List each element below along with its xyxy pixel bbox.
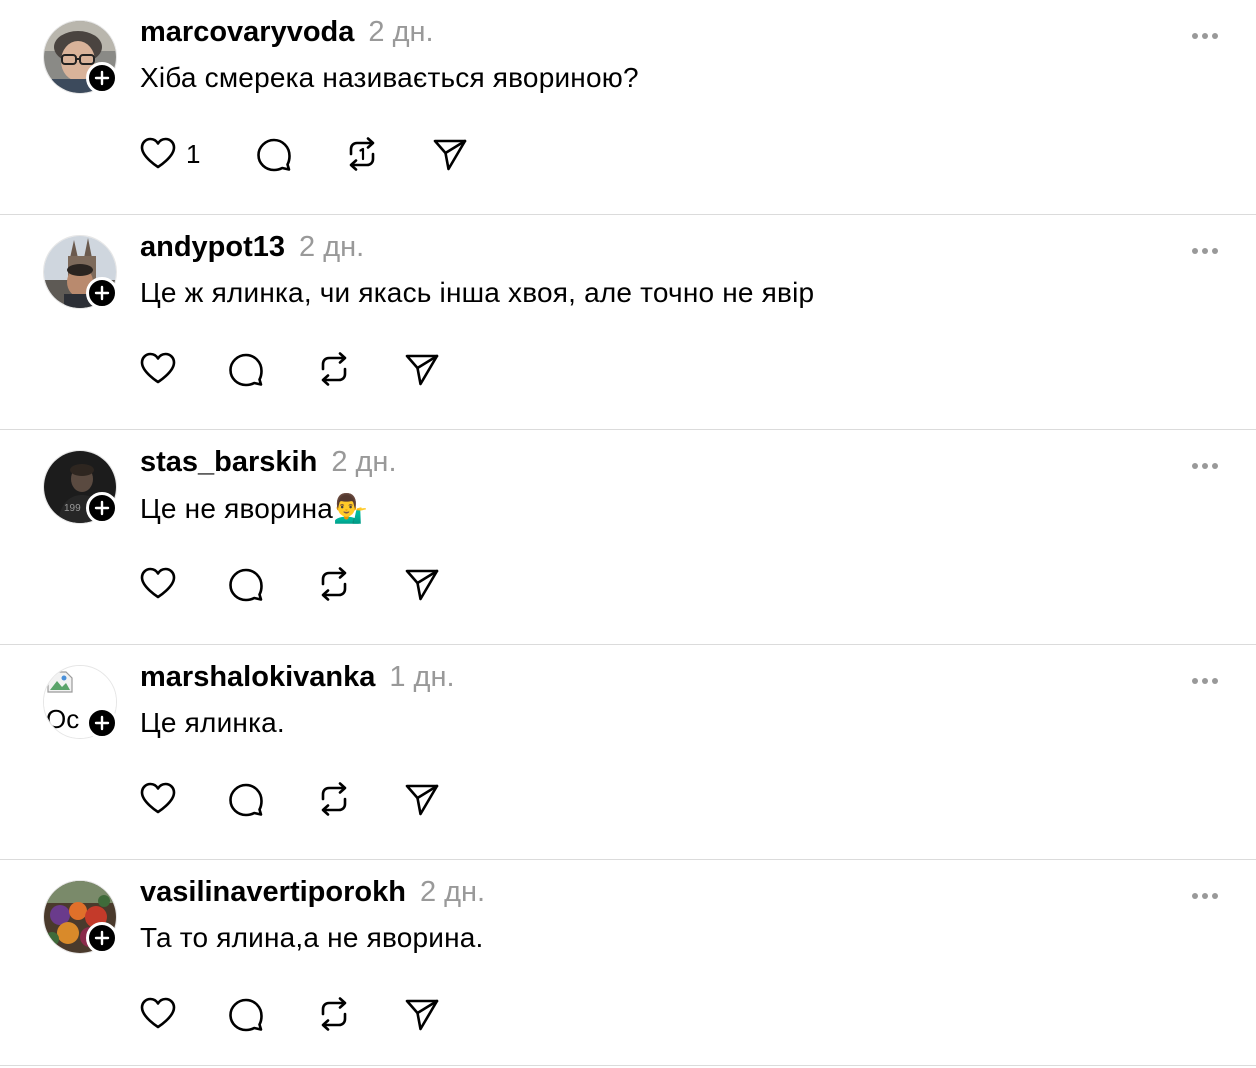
comment-bubble-icon [229,353,263,387]
comments-feed: marcovaryvoda 2 дн. Хіба смерека називає… [0,0,1256,1068]
follow-button[interactable] [86,277,118,309]
comment-text: Це ж ялинка, чи якась інша хвоя, але точ… [140,277,815,308]
repost-icon [321,352,347,386]
heart-icon [140,137,176,169]
comment-post: marcovaryvoda 2 дн. Хіба смерека називає… [0,0,1256,215]
comment-text: Це не яворина💁‍♂️ [140,493,369,524]
reply-button[interactable] [226,345,266,393]
repost-icon [350,137,375,171]
reply-button[interactable] [254,130,294,178]
post-header: marcovaryvoda 2 дн. [140,16,434,56]
repost-icon [321,997,347,1031]
more-options-button[interactable] [1184,882,1226,910]
plus-icon [94,500,110,516]
action-bar [138,560,442,608]
follow-button[interactable] [86,707,118,739]
plus-icon [94,930,110,946]
share-button[interactable] [402,775,442,823]
follow-button[interactable] [86,922,118,954]
like-count: 1 [186,138,201,169]
post-header: marshalokivanka 1 дн. [140,661,455,701]
post-header: andypot13 2 дн. [140,231,364,271]
comment-bubble-icon [257,138,292,172]
action-bar [138,345,442,393]
more-horizontal-icon [1192,33,1218,39]
username-link[interactable]: vasilinavertiporokh [140,876,406,909]
avatar-alt-text: Ос [46,704,79,734]
comment-post: 199 stas_barskih 2 дн. Це не яворина💁‍♂️ [0,430,1256,645]
username-link[interactable]: stas_barskih [140,446,317,479]
more-options-button[interactable] [1184,452,1226,480]
share-button[interactable] [430,130,470,178]
heart-icon [140,997,176,1029]
username-link[interactable]: andypot13 [140,231,285,264]
repost-button[interactable] [314,775,354,823]
follow-button[interactable] [86,62,118,94]
username-link[interactable]: marshalokivanka [140,661,375,694]
comment-text: Та то ялина,а не яворина. [140,922,484,953]
comment-bubble-icon [229,998,263,1032]
reply-button[interactable] [226,990,266,1038]
svg-text:199: 199 [64,503,81,514]
post-time: 2 дн. [299,231,365,263]
more-horizontal-icon [1192,248,1218,254]
more-horizontal-icon [1192,463,1218,469]
comment-text: Це ялинка. [140,707,285,738]
post-header: stas_barskih 2 дн. [140,446,397,486]
heart-icon [140,567,176,599]
heart-icon [140,782,176,814]
plus-icon [94,285,110,301]
comment-post: Ос marshalokivanka 1 дн. Це ялинка. [0,645,1256,860]
follow-button[interactable] [86,492,118,524]
send-icon [405,354,439,386]
username-link[interactable]: marcovaryvoda [140,16,354,49]
plus-icon [94,715,110,731]
action-bar: 1 [138,130,470,178]
avatar-container[interactable]: Ос [43,665,118,739]
like-button[interactable] [138,345,178,393]
avatar-container[interactable]: 199 [43,450,118,524]
repost-button[interactable] [314,990,354,1038]
post-time: 1 дн. [389,661,455,693]
share-button[interactable] [402,345,442,393]
send-icon [405,569,439,601]
comment-post: andypot13 2 дн. Це ж ялинка, чи якась ін… [0,215,1256,430]
avatar-container[interactable] [43,20,118,94]
more-options-button[interactable] [1184,667,1226,695]
post-time: 2 дн. [331,446,397,478]
repost-button[interactable] [314,345,354,393]
post-header: vasilinavertiporokh 2 дн. [140,876,485,916]
share-button[interactable] [402,560,442,608]
post-time: 2 дн. [419,876,486,908]
more-horizontal-icon [1192,678,1218,684]
comment-text: Хіба смерека називається явориною? [140,62,639,93]
more-horizontal-icon [1192,893,1218,899]
like-button[interactable] [138,775,178,823]
repost-icon [321,567,347,601]
send-icon [405,999,439,1031]
repost-icon [321,782,347,816]
action-bar [138,990,442,1038]
action-bar [138,775,442,823]
send-icon [405,784,439,816]
reply-button[interactable] [226,775,266,823]
share-button[interactable] [402,990,442,1038]
like-button[interactable] [138,560,178,608]
more-options-button[interactable] [1184,237,1226,265]
comment-bubble-icon [229,568,263,602]
like-button[interactable]: 1 [138,130,204,178]
post-time: 2 дн. [368,16,434,48]
repost-button[interactable] [314,560,354,608]
repost-button[interactable] [342,130,382,178]
comment-bubble-icon [229,783,263,817]
send-icon [434,139,467,171]
plus-icon [94,70,110,86]
reply-button[interactable] [226,560,266,608]
comment-post: vasilinavertiporokh 2 дн. Та то ялина,а … [0,860,1256,1066]
avatar-container[interactable] [43,880,118,954]
avatar-container[interactable] [43,235,118,309]
more-options-button[interactable] [1184,22,1226,50]
heart-icon [140,352,176,384]
like-button[interactable] [138,990,178,1038]
